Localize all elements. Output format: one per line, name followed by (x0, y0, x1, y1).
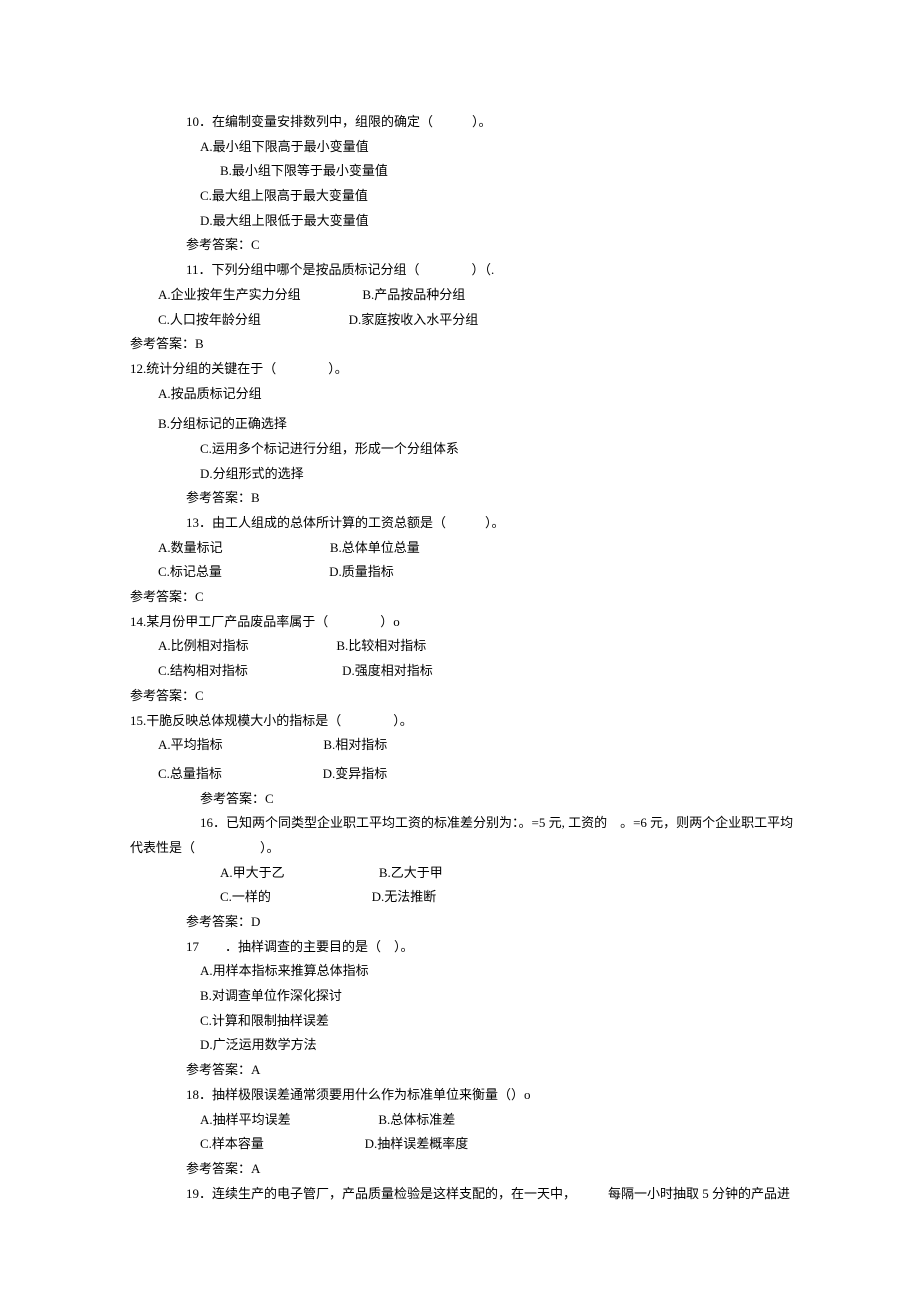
q15-option-d: D.变异指标 (323, 766, 388, 781)
q16-option-d: D.无法推断 (372, 889, 437, 904)
q13-option-d: D.质量指标 (329, 564, 394, 579)
q15-option-a: A.平均指标 (158, 737, 223, 752)
q18-stem: 18．抽样极限误差通常须要用什么作为标准单位来衡量（）o (130, 1083, 810, 1108)
q18-option-a: A.抽样平均误差 (200, 1112, 291, 1127)
q15-row-ab: A.平均指标 B.相对指标 (130, 733, 810, 758)
q18-num: 18 (186, 1087, 199, 1102)
q16-row-cd: C.一样的 D.无法推断 (130, 885, 810, 910)
q10-answer: 参考答案：C (130, 233, 810, 258)
q11-option-b: B.产品按品种分组 (362, 287, 465, 302)
q10-stem: 10．在编制变量安排数列中，组限的确定（ ）。 (130, 110, 810, 135)
q17-option-b: B.对调查单位作深化探讨 (130, 984, 810, 1009)
q16-stem-line1: 16．已知两个同类型企业职工平均工资的标准差分别为：。=5 元, 工资的 。=6… (130, 811, 810, 836)
q19-row: 每隔一小时抽取 5 分钟的产品进 19．连续生产的电子管厂，产品质量检验是这样支… (130, 1182, 810, 1207)
q15-stem: 15.干脆反映总体规模大小的指标是（ ）。 (130, 709, 810, 734)
q14-answer: 参考答案：C (130, 684, 810, 709)
q16-row-ab: A.甲大于乙 B.乙大于甲 (130, 861, 810, 886)
q17-stem: 17 ．抽样调查的主要目的是（ ）。 (130, 935, 810, 960)
q17-answer: 参考答案：A (130, 1058, 810, 1083)
q16-stem-line2: 代表性是（ ）。 (130, 836, 810, 861)
q13-option-a: A.数量标记 (158, 540, 223, 555)
q12-stem: 12.统计分组的关键在于（ ）。 (130, 357, 810, 382)
q12-option-d: D.分组形式的选择 (130, 462, 810, 487)
q11-option-a: A.企业按年生产实力分组 (158, 287, 301, 302)
q17-option-c: C.计算和限制抽样误差 (130, 1009, 810, 1034)
q14-stem: 14.某月份甲工厂产品废品率属于（ ）o (130, 610, 810, 635)
q15-row-cd: C.总量指标 D.变异指标 (130, 762, 810, 787)
q13-row-ab: A.数量标记 B.总体单位总量 (130, 536, 810, 561)
q13-row-cd: C.标记总量 D.质量指标 (130, 560, 810, 585)
q11-row-cd: C.人口按年龄分组 D.家庭按收入水平分组 (130, 308, 810, 333)
q16-option-c: C.一样的 (220, 889, 271, 904)
q18-option-c: C.样本容量 (200, 1136, 264, 1151)
q12-option-b: B.分组标记的正确选择 (130, 412, 810, 437)
q13-answer: 参考答案：C (130, 585, 810, 610)
q16-option-a: A.甲大于乙 (220, 865, 285, 880)
q12-answer: 参考答案：B (130, 486, 810, 511)
q11-option-d: D.家庭按收入水平分组 (349, 312, 479, 327)
q17-num: 17 (186, 939, 199, 954)
q18-option-d: D.抽样误差概率度 (365, 1136, 469, 1151)
q11-option-c: C.人口按年龄分组 (158, 312, 261, 327)
document-page: 10．在编制变量安排数列中，组限的确定（ ）。 A.最小组下限高于最小变量值 B… (0, 0, 920, 1246)
q14-option-d: D.强度相对指标 (342, 663, 433, 678)
q11-num: 11 (186, 262, 199, 277)
q14-row-cd: C.结构相对指标 D.强度相对指标 (130, 659, 810, 684)
q17-option-a: A.用样本指标来推算总体指标 (130, 959, 810, 984)
q12-option-c: C.运用多个标记进行分组，形成一个分组体系 (130, 437, 810, 462)
q18-row-cd: C.样本容量 D.抽样误差概率度 (130, 1132, 810, 1157)
q17-option-d: D.广泛运用数学方法 (130, 1033, 810, 1058)
q10-option-c: C.最大组上限高于最大变量值 (130, 184, 810, 209)
q11-answer: 参考答案：B (130, 332, 810, 357)
q16-num: 16 (200, 815, 213, 830)
q19-num: 19 (186, 1186, 199, 1201)
q14-option-c: C.结构相对指标 (158, 663, 248, 678)
q14-option-a: A.比例相对指标 (158, 638, 249, 653)
q13-num: 13 (186, 515, 199, 530)
q10-num: 10 (186, 114, 199, 129)
q18-row-ab: A.抽样平均误差 B.总体标准差 (130, 1108, 810, 1133)
q19-right-text: 每隔一小时抽取 5 分钟的产品进 (608, 1182, 790, 1207)
q10-option-d: D.最大组上限低于最大变量值 (130, 209, 810, 234)
q15-answer: 参考答案：C (130, 787, 810, 812)
q12-option-a: A.按品质标记分组 (130, 382, 810, 407)
q11-row-ab: A.企业按年生产实力分组 B.产品按品种分组 (130, 283, 810, 308)
q13-option-b: B.总体单位总量 (330, 540, 420, 555)
q15-option-c: C.总量指标 (158, 766, 222, 781)
q10-option-b: B.最小组下限等于最小变量值 (130, 159, 810, 184)
q18-option-b: B.总体标准差 (378, 1112, 455, 1127)
q14-row-ab: A.比例相对指标 B.比较相对指标 (130, 634, 810, 659)
q15-option-b: B.相对指标 (323, 737, 387, 752)
q16-answer: 参考答案：D (130, 910, 810, 935)
q18-answer: 参考答案：A (130, 1157, 810, 1182)
q16-option-b: B.乙大于甲 (379, 865, 443, 880)
q14-option-b: B.比较相对指标 (336, 638, 426, 653)
q10-option-a: A.最小组下限高于最小变量值 (130, 135, 810, 160)
q13-stem: 13．由工人组成的总体所计算的工资总额是（ ）。 (130, 511, 810, 536)
q11-stem: 11．下列分组中哪个是按品质标记分组（ ）（. (130, 258, 810, 283)
q13-option-c: C.标记总量 (158, 564, 222, 579)
